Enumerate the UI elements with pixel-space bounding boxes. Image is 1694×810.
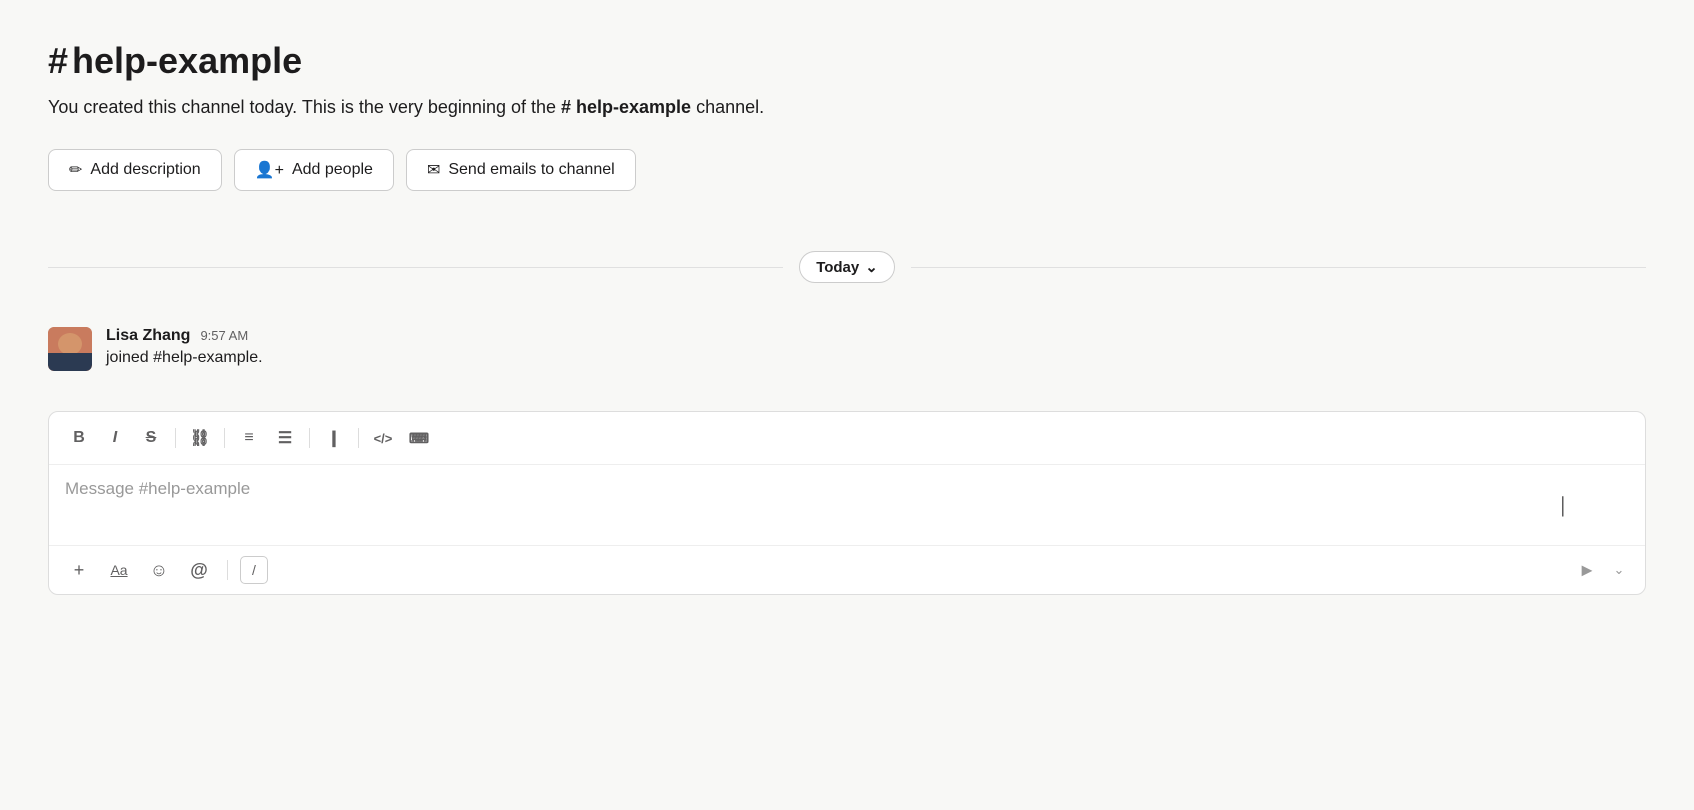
mention-button[interactable]: @ — [183, 554, 215, 586]
add-description-button[interactable]: ✏ Add description — [48, 149, 222, 191]
link-button[interactable]: ⛓ — [184, 422, 216, 454]
strikethrough-button[interactable]: S — [135, 422, 167, 454]
send-arrow-icon: ► — [1578, 560, 1596, 581]
composer-placeholder: Message #help-example — [65, 479, 250, 498]
send-options-dropdown[interactable]: ⌄ — [1607, 554, 1631, 586]
link-icon: ⛓ — [190, 428, 210, 448]
ordered-list-icon: ≡ — [244, 429, 253, 447]
attach-button[interactable]: + — [63, 554, 95, 586]
add-description-label: Add description — [90, 161, 200, 179]
pencil-icon: ✏ — [69, 160, 82, 180]
today-divider-button[interactable]: Today ⌄ — [799, 251, 895, 283]
message-username: Lisa Zhang — [106, 327, 190, 345]
font-icon: Aa — [110, 562, 127, 578]
composer-toolbar: B I S ⛓ ≡ ☰ ❙ </> — [49, 412, 1645, 465]
code-block-button[interactable]: ⌨ — [403, 422, 435, 454]
unordered-list-icon: ☰ — [278, 428, 292, 448]
composer-footer: + Aa ☺ @ / ► — [49, 545, 1645, 594]
format-text-button[interactable]: Aa — [103, 554, 135, 586]
date-divider: Today ⌄ — [48, 251, 1646, 283]
footer-right-actions: ► ⌄ — [1571, 554, 1631, 586]
toolbar-separator-1 — [175, 428, 176, 448]
avatar-image — [48, 327, 92, 371]
block-quote-button[interactable]: ❙ — [318, 422, 350, 454]
action-buttons-group: ✏ Add description 👤+ Add people ✉ Send e… — [48, 149, 1646, 191]
unordered-list-button[interactable]: ☰ — [269, 422, 301, 454]
toolbar-separator-3 — [309, 428, 310, 448]
channel-heading: # help-example — [48, 40, 302, 82]
hash-symbol: # — [48, 40, 68, 82]
italic-button[interactable]: I — [99, 422, 131, 454]
channel-name: help-example — [72, 40, 302, 82]
text-cursor: | — [1561, 492, 1565, 518]
message-body: Lisa Zhang 9:57 AM joined #help-example. — [106, 327, 263, 367]
plus-icon: + — [74, 560, 85, 581]
code-button[interactable]: </> — [367, 422, 399, 454]
chevron-down-icon: ⌄ — [1614, 562, 1625, 578]
toolbar-separator-4 — [358, 428, 359, 448]
ordered-list-button[interactable]: ≡ — [233, 422, 265, 454]
message-item: Lisa Zhang 9:57 AM joined #help-example. — [48, 327, 1646, 371]
footer-left-actions: + Aa ☺ @ / — [63, 554, 1571, 586]
message-time: 9:57 AM — [200, 328, 248, 343]
description-prefix: You created this channel today. This is … — [48, 97, 561, 117]
slash-command-button[interactable]: / — [240, 556, 268, 584]
send-emails-label: Send emails to channel — [448, 161, 614, 179]
chevron-down-icon: ⌄ — [865, 258, 878, 276]
today-label: Today — [816, 259, 859, 276]
main-content: # help-example You created this channel … — [0, 0, 1694, 810]
at-icon: @ — [190, 560, 208, 581]
bold-icon: B — [73, 429, 85, 447]
message-header: Lisa Zhang 9:57 AM — [106, 327, 263, 345]
channel-title-section: # help-example — [48, 40, 1646, 82]
divider-line-right — [911, 267, 1646, 268]
emoji-button[interactable]: ☺ — [143, 554, 175, 586]
email-icon: ✉ — [427, 160, 440, 180]
avatar — [48, 327, 92, 371]
person-add-icon: 👤+ — [255, 160, 284, 180]
slash-icon: / — [252, 562, 256, 578]
bold-button[interactable]: B — [63, 422, 95, 454]
channel-description: You created this channel today. This is … — [48, 94, 1646, 121]
send-emails-button[interactable]: ✉ Send emails to channel — [406, 149, 636, 191]
divider-line-left — [48, 267, 783, 268]
send-button[interactable]: ► — [1571, 554, 1603, 586]
toolbar-separator-2 — [224, 428, 225, 448]
strikethrough-icon: S — [146, 429, 157, 447]
italic-icon: I — [113, 429, 117, 447]
add-people-label: Add people — [292, 161, 373, 179]
description-suffix: channel. — [691, 97, 764, 117]
footer-separator — [227, 560, 228, 580]
composer-input-area[interactable]: Message #help-example | — [49, 465, 1645, 545]
message-composer: B I S ⛓ ≡ ☰ ❙ </> — [48, 411, 1646, 595]
message-text: joined #help-example. — [106, 349, 263, 367]
block-quote-icon: ❙ — [327, 428, 340, 448]
code-block-icon: ⌨ — [409, 430, 429, 447]
add-people-button[interactable]: 👤+ Add people — [234, 149, 394, 191]
description-channel-name: # help-example — [561, 97, 691, 117]
emoji-icon: ☺ — [150, 560, 168, 581]
code-icon: </> — [374, 431, 393, 446]
